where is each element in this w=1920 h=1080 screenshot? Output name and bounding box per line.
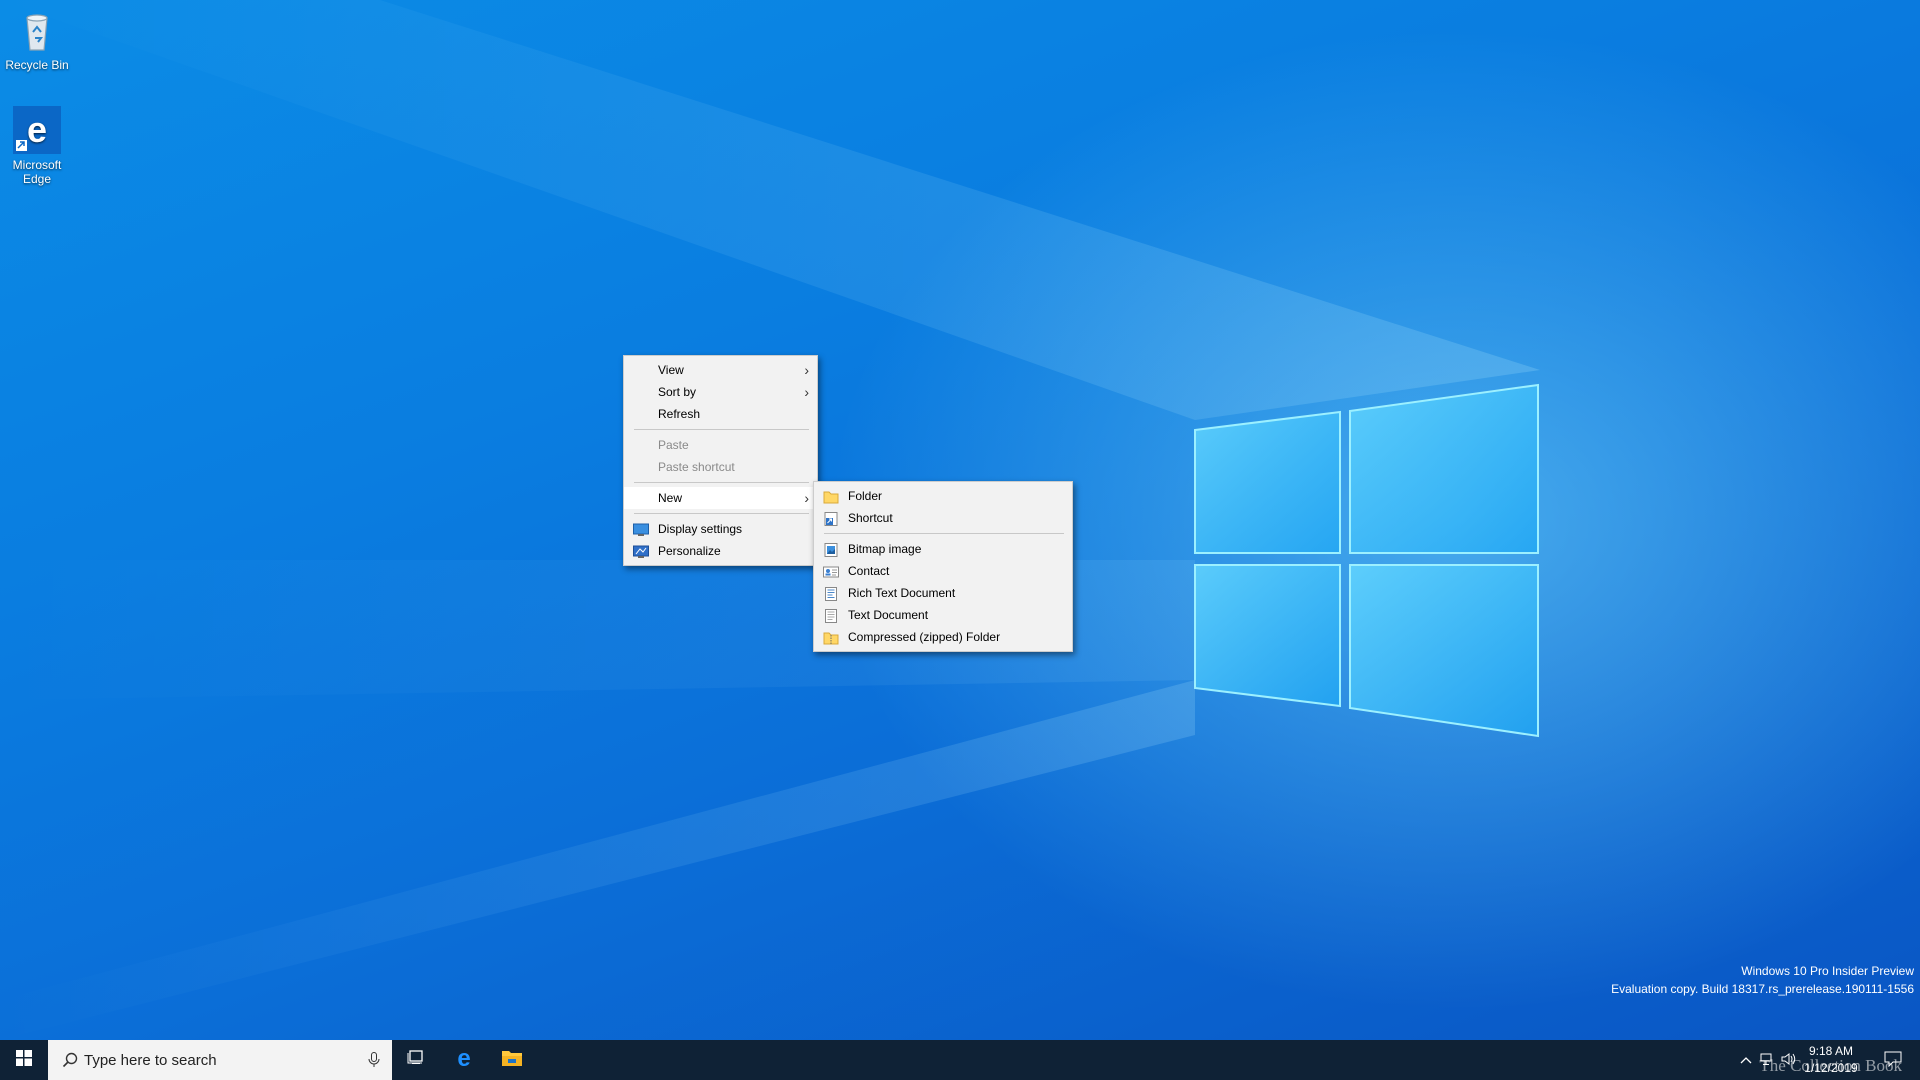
menu-item-label: Display settings: [658, 522, 743, 536]
shortcut-icon: [823, 511, 839, 526]
watermark-build: Evaluation copy. Build 18317.rs_prerelea…: [1611, 982, 1914, 996]
submenu-item-label: Contact: [848, 564, 890, 578]
new-submenu: Folder Shortcut Bitmap image Contact Ric…: [813, 481, 1073, 652]
submenu-item-compressed-folder[interactable]: Compressed (zipped) Folder: [814, 626, 1072, 648]
recycle-bin-icon: [13, 6, 61, 54]
menu-item-refresh[interactable]: Refresh: [624, 403, 817, 425]
microsoft-edge-shortcut[interactable]: e Microsoft Edge: [0, 106, 74, 186]
menu-item-personalize[interactable]: Personalize: [624, 540, 817, 562]
microphone-icon[interactable]: [368, 1052, 380, 1068]
contact-icon: [823, 564, 839, 578]
desktop-context-menu: View › Sort by › Refresh Paste Paste sho…: [623, 355, 818, 566]
personalize-icon: [633, 544, 649, 558]
recycle-bin-shortcut[interactable]: Recycle Bin: [0, 6, 74, 72]
start-button[interactable]: [0, 1040, 48, 1080]
submenu-item-rich-text-document[interactable]: Rich Text Document: [814, 582, 1072, 604]
show-hidden-icons-chevron-icon[interactable]: [1740, 1052, 1752, 1070]
submenu-item-bitmap-image[interactable]: Bitmap image: [814, 538, 1072, 560]
menu-separator: [634, 429, 809, 430]
taskbar-search-box[interactable]: Type here to search: [48, 1040, 392, 1080]
menu-separator: [634, 482, 809, 483]
submenu-item-shortcut[interactable]: Shortcut: [814, 507, 1072, 529]
submenu-item-label: Text Document: [848, 608, 929, 622]
submenu-separator: [824, 533, 1064, 534]
chevron-right-icon: ›: [804, 362, 809, 378]
submenu-item-label: Compressed (zipped) Folder: [848, 630, 1001, 644]
menu-item-label: Personalize: [658, 544, 721, 558]
submenu-item-text-document[interactable]: Text Document: [814, 604, 1072, 626]
taskbar-edge-button[interactable]: e: [440, 1040, 488, 1080]
chevron-right-icon: ›: [804, 490, 809, 506]
edge-icon: e: [452, 1045, 476, 1075]
collection-book-overlay: The Collection Book: [1759, 1056, 1902, 1075]
search-placeholder: Type here to search: [84, 1051, 217, 1069]
taskbar: Type here to search e 9:18 AM 1/12/2019: [0, 1040, 1920, 1080]
edge-label: Microsoft Edge: [12, 158, 62, 186]
menu-item-label: Refresh: [658, 407, 701, 421]
svg-text:e: e: [457, 1046, 470, 1070]
svg-text:e: e: [27, 109, 47, 150]
submenu-item-label: Folder: [848, 489, 883, 503]
display-settings-icon: [633, 522, 649, 536]
menu-item-label: Paste: [658, 438, 689, 452]
search-icon: [62, 1052, 78, 1068]
windows-logo-panes: [1194, 383, 1539, 738]
menu-item-paste[interactable]: Paste: [624, 434, 817, 456]
edge-icon: e: [13, 106, 61, 154]
submenu-item-label: Bitmap image: [848, 542, 922, 556]
menu-item-label: New: [658, 491, 683, 505]
menu-item-view[interactable]: View ›: [624, 359, 817, 381]
file-explorer-icon: [501, 1048, 523, 1073]
rich-text-document-icon: [823, 586, 839, 601]
system-tray: 9:18 AM 1/12/2019 The Collection Book: [1660, 1040, 1920, 1080]
folder-icon: [823, 489, 839, 504]
menu-separator: [634, 513, 809, 514]
menu-item-paste-shortcut[interactable]: Paste shortcut: [624, 456, 817, 478]
menu-item-label: View: [658, 363, 684, 377]
submenu-item-label: Rich Text Document: [848, 586, 956, 600]
menu-item-display-settings[interactable]: Display settings: [624, 518, 817, 540]
menu-item-label: Sort by: [658, 385, 697, 399]
submenu-item-folder[interactable]: Folder: [814, 485, 1072, 507]
menu-item-new[interactable]: New ›: [624, 487, 817, 509]
evaluation-watermark: Windows 10 Pro Insider Preview Evaluatio…: [1611, 962, 1914, 998]
windows-logo-icon: [16, 1049, 32, 1071]
text-document-icon: [823, 608, 839, 623]
taskbar-file-explorer-button[interactable]: [488, 1040, 536, 1080]
submenu-item-contact[interactable]: Contact: [814, 560, 1072, 582]
watermark-edition: Windows 10 Pro Insider Preview: [1741, 964, 1914, 978]
bitmap-image-icon: [823, 542, 839, 557]
recycle-bin-label: Recycle Bin: [5, 58, 69, 72]
task-view-button[interactable]: [392, 1040, 440, 1080]
chevron-right-icon: ›: [804, 384, 809, 400]
submenu-item-label: Shortcut: [848, 511, 893, 525]
zip-folder-icon: [823, 630, 839, 645]
task-view-icon: [407, 1049, 425, 1071]
menu-item-label: Paste shortcut: [658, 460, 735, 474]
desktop[interactable]: Recycle Bin e Microsoft Edge View › Sort…: [0, 0, 1920, 1040]
menu-item-sort-by[interactable]: Sort by ›: [624, 381, 817, 403]
